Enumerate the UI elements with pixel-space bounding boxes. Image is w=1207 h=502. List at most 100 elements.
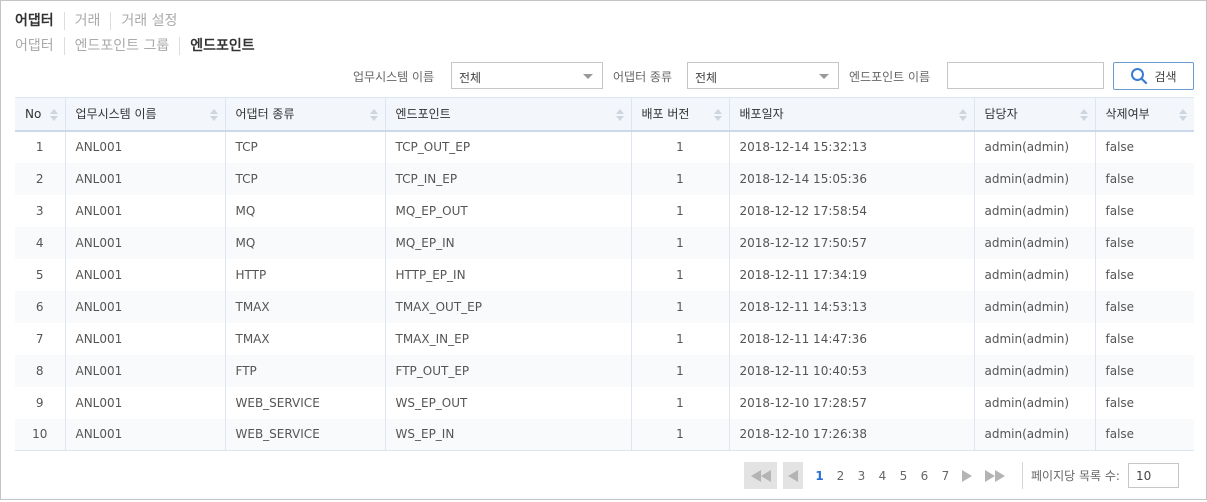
page-6[interactable]: 6 (914, 469, 935, 483)
page-size-input[interactable]: 10 (1127, 463, 1179, 488)
page-5[interactable]: 5 (893, 469, 914, 483)
last-page-button[interactable] (978, 462, 1012, 489)
subtab-endpoint[interactable]: 엔드포인트 (179, 37, 264, 55)
page-3[interactable]: 3 (851, 469, 872, 483)
col-header-deploy-date[interactable]: 배포일자 (728, 97, 974, 132)
endpoint-list-panel: 어댑터 거래 거래 설정 어댑터 엔드포인트 그룹 엔드포인트 업무시스템 이름… (0, 0, 1207, 500)
sort-icon (615, 109, 624, 121)
adapter-type-value: 전체 (695, 71, 718, 85)
tab-transaction[interactable]: 거래 (63, 12, 111, 30)
col-header-deploy-version[interactable]: 배포 버전 (630, 97, 729, 132)
cell-no: 2 (15, 162, 65, 195)
table-row[interactable]: 7 ANL001 TMAX TMAX_IN_EP 1 2018-12-11 14:47:3… (15, 322, 1194, 355)
cell-no: 5 (35, 267, 44, 282)
double-right-arrow-icon (985, 469, 995, 482)
tab-transaction-settings[interactable]: 거래 설정 (110, 12, 187, 30)
cell-deleted: false (1094, 290, 1194, 323)
cell-adapter-type: MQ (224, 194, 385, 227)
system-name-select[interactable]: 전체 (451, 62, 603, 89)
cell-deleted: false (1094, 418, 1194, 451)
tab-adapter[interactable]: 어댑터 (15, 12, 64, 30)
right-arrow-icon (962, 469, 972, 482)
cell-system-name: ANL001 (64, 290, 225, 323)
cell-deploy-date: 2018-12-12 17:58:54 (728, 194, 974, 227)
page-2[interactable]: 2 (830, 469, 851, 483)
cell-deploy-date: 2018-12-12 17:50:57 (728, 226, 974, 259)
first-page-button[interactable] (744, 462, 777, 489)
cell-no: 9 (35, 395, 44, 410)
cell-deploy-version: 1 (630, 194, 729, 227)
sort-icon (209, 109, 218, 121)
cell-system-name: ANL001 (64, 162, 225, 195)
sort-icon (713, 109, 722, 121)
col-header-endpoint[interactable]: 엔드포인트 (384, 97, 631, 132)
col-header-deleted[interactable]: 삭제여부 (1094, 97, 1194, 132)
page-7[interactable]: 7 (935, 469, 956, 483)
subtab-endpoint-group[interactable]: 엔드포인트 그룹 (63, 37, 180, 55)
table-row[interactable]: 9 ANL001 WEB_SERVICE WS_EP_OUT 1 2018-12-10 1… (15, 386, 1194, 419)
table-row[interactable]: 2 ANL001 TCP TCP_IN_EP 1 2018-12-14 15:05:36 a… (15, 162, 1194, 195)
cell-no: 10 (15, 418, 65, 451)
col-header-system-name[interactable]: 업무시스템 이름 (64, 97, 225, 132)
page-4[interactable]: 4 (872, 469, 893, 483)
double-left-arrow-icon-part (760, 469, 771, 482)
cell-deploy-version: 1 (630, 226, 729, 259)
subtab-adapter[interactable]: 어댑터 (15, 37, 64, 55)
col-header-no[interactable]: No (15, 97, 65, 132)
cell-deleted: false (1094, 258, 1194, 291)
table-row[interactable]: 10 ANL001 WEB_SERVICE WS_EP_IN 1 2018-12-10 1… (15, 418, 1194, 451)
cell-adapter-type: HTTP (224, 258, 385, 291)
cell-deploy-date: 2018-12-10 17:28:57 (728, 386, 974, 419)
endpoint-name-input[interactable] (947, 62, 1104, 89)
cell-deleted: false (1094, 226, 1194, 259)
cell-deleted: false (1094, 354, 1194, 387)
cell-deploy-version: 1 (630, 322, 729, 355)
cell-endpoint: TMAX_OUT_EP (384, 290, 631, 323)
cell-owner: admin(admin) (973, 194, 1095, 227)
table-row[interactable]: 6 ANL001 TMAX TMAX_OUT_EP 1 2018-12-11 14:53:… (15, 290, 1194, 323)
cell-deploy-version: 1 (630, 258, 729, 291)
cell-adapter-type: MQ (224, 226, 385, 259)
table-row[interactable]: 8 ANL001 FTP FTP_OUT_EP 1 2018-12-11 10:40:53… (15, 354, 1194, 387)
sort-icon (1079, 109, 1088, 121)
cell-deploy-date: 2018-12-14 15:32:13 (728, 130, 974, 163)
cell-no: 4 (15, 226, 65, 259)
table-row[interactable]: 4 ANL001 MQ MQ_EP_IN 1 2018-12-12 17:50:57 adm… (15, 226, 1194, 259)
cell-deploy-version: 1 (630, 162, 729, 195)
cell-deploy-date: 2018-12-11 14:53:13 (728, 290, 974, 323)
page-1[interactable]: 1 (809, 469, 830, 483)
cell-deleted: false (1094, 162, 1194, 195)
cell-no: 6 (15, 290, 65, 323)
cell-adapter-type: TMAX (224, 322, 385, 355)
double-right-arrow-icon-part (995, 469, 1005, 482)
prev-page-button[interactable] (783, 462, 803, 489)
system-name-label: 업무시스템 이름 (353, 70, 435, 84)
cell-system-name: ANL001 (64, 226, 225, 259)
table-row[interactable]: 1 ANL001 TCP TCP_OUT_EP 1 2018-12-14 15:32:13… (15, 130, 1194, 163)
cell-deploy-version: 1 (630, 386, 729, 419)
primary-tabs: 어댑터 거래 거래 설정 (15, 12, 187, 30)
search-button[interactable]: 검색 (1113, 62, 1194, 90)
table-row[interactable]: 5 ANL001 HTTP HTTP_EP_IN 1 2018-12-11 17:34:1… (15, 258, 1194, 291)
cell-endpoint: WS_EP_OUT (384, 386, 631, 419)
chevron-down-icon (583, 74, 593, 79)
next-page-button[interactable] (956, 462, 978, 489)
col-header-owner[interactable]: 담당자 (973, 97, 1095, 132)
cell-system-name: ANL001 (64, 418, 225, 451)
chevron-down-icon (819, 74, 829, 79)
cell-endpoint: WS_EP_IN (384, 418, 631, 451)
cell-adapter-type: TCP (224, 162, 385, 195)
adapter-type-select[interactable]: 전체 (687, 62, 839, 89)
filter-bar: 업무시스템 이름 전체 어댑터 종류 전체 엔드포인트 이름 검색 (1, 62, 1207, 90)
cell-deploy-version: 1 (630, 290, 729, 323)
cell-owner: admin(admin) (973, 162, 1095, 195)
cell-deploy-date: 2018-12-11 10:40:53 (728, 354, 974, 387)
cell-endpoint: TMAX_IN_EP (384, 322, 631, 355)
col-header-adapter-type[interactable]: 어댑터 종류 (224, 97, 385, 132)
cell-deleted: false (1094, 322, 1194, 355)
table-row[interactable]: 3 ANL001 MQ MQ_EP_OUT 1 2018-12-12 17:58:54 ad… (15, 194, 1194, 227)
cell-system-name: ANL001 (64, 194, 225, 227)
endpoint-table: No 업무시스템 이름 어댑터 종류 엔드포인트 배포 버전 배포일자 담당자 … (15, 97, 1194, 451)
cell-no: 8 (15, 354, 65, 387)
search-icon (1131, 68, 1148, 85)
